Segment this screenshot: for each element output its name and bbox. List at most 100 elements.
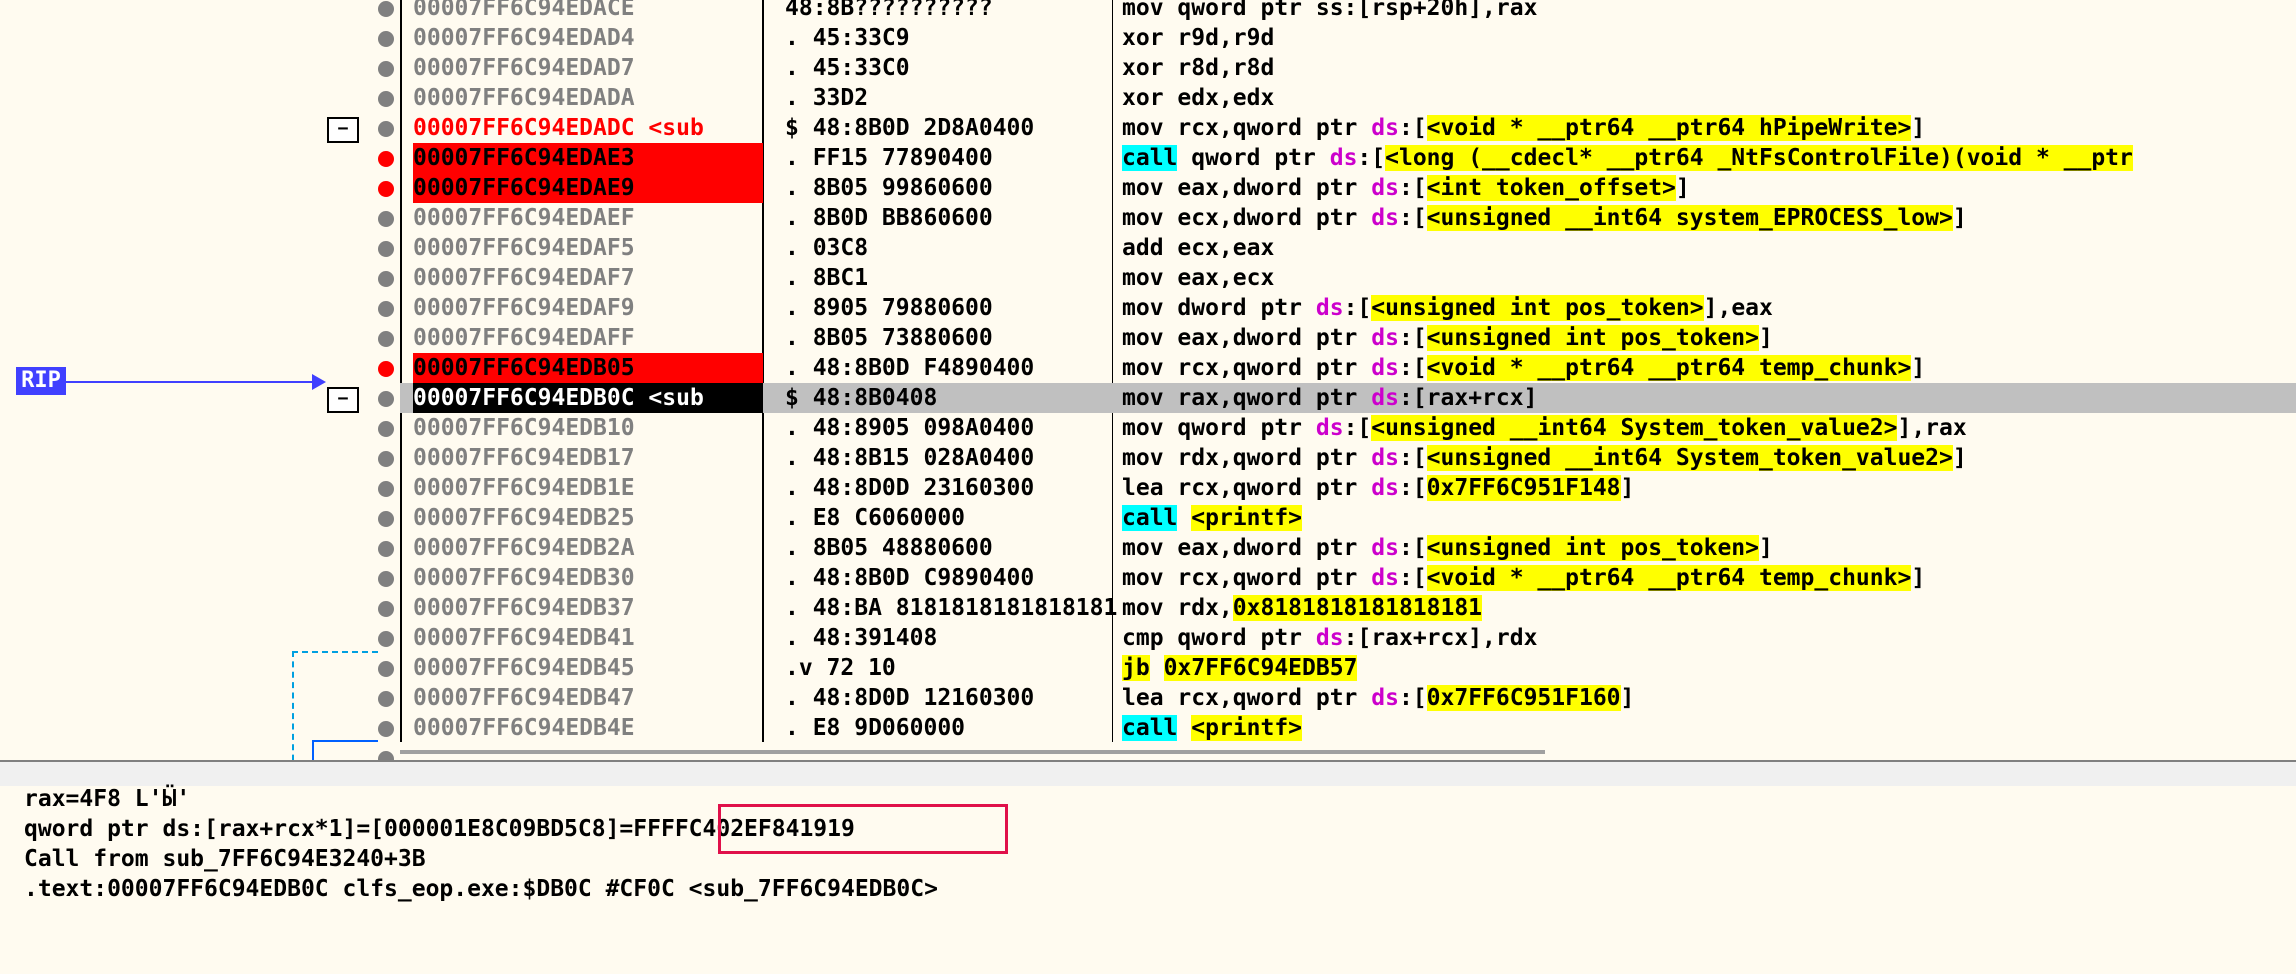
breakpoint-active-icon[interactable] <box>378 181 394 197</box>
instruction-address[interactable]: 00007FF6C94EDAF5 <box>413 233 763 263</box>
breakpoint-inactive-icon[interactable] <box>378 391 394 407</box>
instruction-bytes: . 8B05 99860600 <box>785 175 993 201</box>
breakpoint-inactive-icon[interactable] <box>378 541 394 557</box>
breakpoint-inactive-icon[interactable] <box>378 271 394 287</box>
instruction-address[interactable]: 00007FF6C94EDAEF <box>413 203 763 233</box>
breakpoint-inactive-icon[interactable] <box>378 301 394 317</box>
disassembly-view[interactable]: RIP 00007FF6C94EDACE 48:8B?????????? mov q… <box>0 0 2296 760</box>
instruction-address[interactable]: 00007FF6C94EDB05 <box>413 353 763 383</box>
breakpoint-inactive-icon[interactable] <box>378 601 394 617</box>
instruction-row[interactable]: 00007FF6C94EDAD7 . 45:33C0 xor r8d,r8d <box>378 53 2296 83</box>
breakpoint-inactive-icon[interactable] <box>378 631 394 647</box>
instruction-address[interactable]: 00007FF6C94EDAE3 <box>413 143 763 173</box>
instruction-row[interactable]: 00007FF6C94EDB4E . E8 9D060000 call <print… <box>378 713 2296 743</box>
instruction-bytes: $ 48:8B0408 <box>785 385 938 411</box>
instruction-text: mov rcx,qword ptr ds:[<void * __ptr64 __… <box>1122 115 1926 141</box>
instruction-text: mov rcx,qword ptr ds:[<void * __ptr64 __… <box>1122 355 1926 381</box>
instruction-bytes: . E8 9D060000 <box>785 715 966 741</box>
horizontal-scrollbar[interactable] <box>400 742 2296 760</box>
breakpoint-inactive-icon[interactable] <box>378 91 394 107</box>
instruction-bytes: . 48:8B0D C9890400 <box>785 565 1035 591</box>
instruction-address[interactable]: 00007FF6C94EDADC <sub <box>413 113 763 143</box>
instruction-row[interactable]: 00007FF6C94EDB10 . 48:8905 098A0400 mov qw… <box>378 413 2296 443</box>
branch-gutter: RIP <box>0 0 400 760</box>
instruction-address[interactable]: 00007FF6C94EDAF9 <box>413 293 763 323</box>
instruction-row[interactable]: 00007FF6C94EDB25 . E8 C6060000 call <print… <box>378 503 2296 533</box>
jump-line-solid <box>312 740 378 760</box>
breakpoint-inactive-icon[interactable] <box>378 691 394 707</box>
instruction-row[interactable]: − 00007FF6C94EDADC <sub $ 48:8B0D 2D8A0400… <box>327 113 2296 143</box>
rip-arrow <box>66 381 316 383</box>
instruction-address[interactable]: 00007FF6C94EDB4E <box>413 713 763 743</box>
info-line-location: .text:00007FF6C94EDB0C clfs_eop.exe:$DB0… <box>24 876 938 902</box>
instruction-address[interactable]: 00007FF6C94EDACE <box>413 0 763 23</box>
horizontal-scrollbar-thumb[interactable] <box>400 750 1545 754</box>
instruction-row[interactable]: 00007FF6C94EDB17 . 48:8B15 028A0400 mov rd… <box>378 443 2296 473</box>
breakpoint-inactive-icon[interactable] <box>378 721 394 737</box>
breakpoint-active-icon[interactable] <box>378 151 394 167</box>
instruction-address[interactable]: 00007FF6C94EDB2A <box>413 533 763 563</box>
instruction-row[interactable]: 00007FF6C94EDB05 . 48:8B0D F4890400 mov rc… <box>378 353 2296 383</box>
instruction-row[interactable]: 00007FF6C94EDB1E . 48:8D0D 23160300 lea rc… <box>378 473 2296 503</box>
instruction-address[interactable]: 00007FF6C94EDB41 <box>413 623 763 653</box>
instruction-row[interactable]: 00007FF6C94EDB2A . 8B05 48880600 mov eax,d… <box>378 533 2296 563</box>
instruction-row[interactable]: 00007FF6C94EDAD4 . 45:33C9 xor r9d,r9d <box>378 23 2296 53</box>
instruction-address[interactable]: 00007FF6C94EDB47 <box>413 683 763 713</box>
collapse-icon[interactable]: − <box>327 117 359 143</box>
breakpoint-inactive-icon[interactable] <box>378 451 394 467</box>
instruction-row[interactable]: 00007FF6C94EDB30 . 48:8B0D C9890400 mov rc… <box>378 563 2296 593</box>
instruction-row[interactable]: 00007FF6C94EDB37 . 48:BA 8181818181818181… <box>378 593 2296 623</box>
instruction-row[interactable]: 00007FF6C94EDAE9 . 8B05 99860600 mov eax,d… <box>378 173 2296 203</box>
breakpoint-inactive-icon[interactable] <box>378 751 394 760</box>
instruction-row[interactable]: 00007FF6C94EDB45 .v 72 10 jb 0x7FF6C94EDB5… <box>378 653 2296 683</box>
instruction-bytes: . 48:8D0D 23160300 <box>785 475 1035 501</box>
pane-divider[interactable] <box>0 760 2296 786</box>
breakpoint-inactive-icon[interactable] <box>378 61 394 77</box>
instruction-address[interactable]: 00007FF6C94EDB45 <box>413 653 763 683</box>
instruction-row[interactable]: 00007FF6C94EDAF9 . 8905 79880600 mov dword… <box>378 293 2296 323</box>
instruction-bytes: . 48:BA 8181818181818181 <box>785 595 1118 621</box>
breakpoint-inactive-icon[interactable] <box>378 241 394 257</box>
breakpoint-inactive-icon[interactable] <box>378 571 394 587</box>
instruction-address[interactable]: 00007FF6C94EDB30 <box>413 563 763 593</box>
collapse-icon[interactable]: − <box>327 387 359 413</box>
instruction-row[interactable]: 00007FF6C94EDAEF . 8B0D BB860600 mov ecx,d… <box>378 203 2296 233</box>
instruction-row[interactable]: 00007FF6C94EDAF5 . 03C8 add ecx,eax <box>378 233 2296 263</box>
breakpoint-inactive-icon[interactable] <box>378 661 394 677</box>
instruction-address[interactable]: 00007FF6C94EDAE9 <box>413 173 763 203</box>
instruction-address[interactable]: 00007FF6C94EDAD7 <box>413 53 763 83</box>
instruction-address[interactable]: 00007FF6C94EDAD4 <box>413 23 763 53</box>
breakpoint-active-icon[interactable] <box>378 361 394 377</box>
instruction-row[interactable]: 00007FF6C94EDADA . 33D2 xor edx,edx <box>378 83 2296 113</box>
breakpoint-inactive-icon[interactable] <box>378 331 394 347</box>
breakpoint-inactive-icon[interactable] <box>378 511 394 527</box>
breakpoint-inactive-icon[interactable] <box>378 1 394 17</box>
breakpoint-inactive-icon[interactable] <box>378 31 394 47</box>
instruction-bytes: . 8BC1 <box>785 265 869 291</box>
instruction-address[interactable]: 00007FF6C94EDB25 <box>413 503 763 533</box>
instruction-row[interactable]: 00007FF6C94EDAF7 . 8BC1 mov eax,ecx <box>378 263 2296 293</box>
instruction-address[interactable]: 00007FF6C94EDAF7 <box>413 263 763 293</box>
breakpoint-inactive-icon[interactable] <box>378 121 394 137</box>
instruction-address[interactable]: 00007FF6C94EDAFF <box>413 323 763 353</box>
breakpoint-inactive-icon[interactable] <box>378 421 394 437</box>
instruction-row[interactable]: 00007FF6C94EDAFF . 8B05 73880600 mov eax,d… <box>378 323 2296 353</box>
instruction-text: call <printf> <box>1122 715 1303 741</box>
instruction-row[interactable]: 00007FF6C94EDACE 48:8B?????????? mov qword… <box>378 0 2296 23</box>
info-memory-expression: qword ptr ds:[rax+rcx*1]=[000001E8C09BD5… <box>24 816 634 842</box>
breakpoint-inactive-icon[interactable] <box>378 481 394 497</box>
instruction-bytes: . 48:8B15 028A0400 <box>785 445 1035 471</box>
instruction-address[interactable]: 00007FF6C94EDB17 <box>413 443 763 473</box>
instruction-address[interactable]: 00007FF6C94EDB10 <box>413 413 763 443</box>
instruction-address[interactable]: 00007FF6C94EDB1E <box>413 473 763 503</box>
instruction-address[interactable]: 00007FF6C94EDB37 <box>413 593 763 623</box>
instruction-row[interactable]: − 00007FF6C94EDB0C <sub $ 48:8B0408 mov rax… <box>327 383 2296 413</box>
instruction-row[interactable]: 00007FF6C94EDB47 . 48:8D0D 12160300 lea rc… <box>378 683 2296 713</box>
instruction-address[interactable]: 00007FF6C94EDADA <box>413 83 763 113</box>
instruction-address[interactable]: 00007FF6C94EDB0C <sub <box>413 383 763 413</box>
instruction-bytes: . 03C8 <box>785 235 869 261</box>
instruction-row[interactable]: 00007FF6C94EDAE3 . FF15 77890400 call qwor… <box>378 143 2296 173</box>
instruction-row[interactable]: 00007FF6C94EDB41 . 48:391408 cmp qword ptr… <box>378 623 2296 653</box>
rip-arrowhead-icon <box>312 374 326 390</box>
breakpoint-inactive-icon[interactable] <box>378 211 394 227</box>
